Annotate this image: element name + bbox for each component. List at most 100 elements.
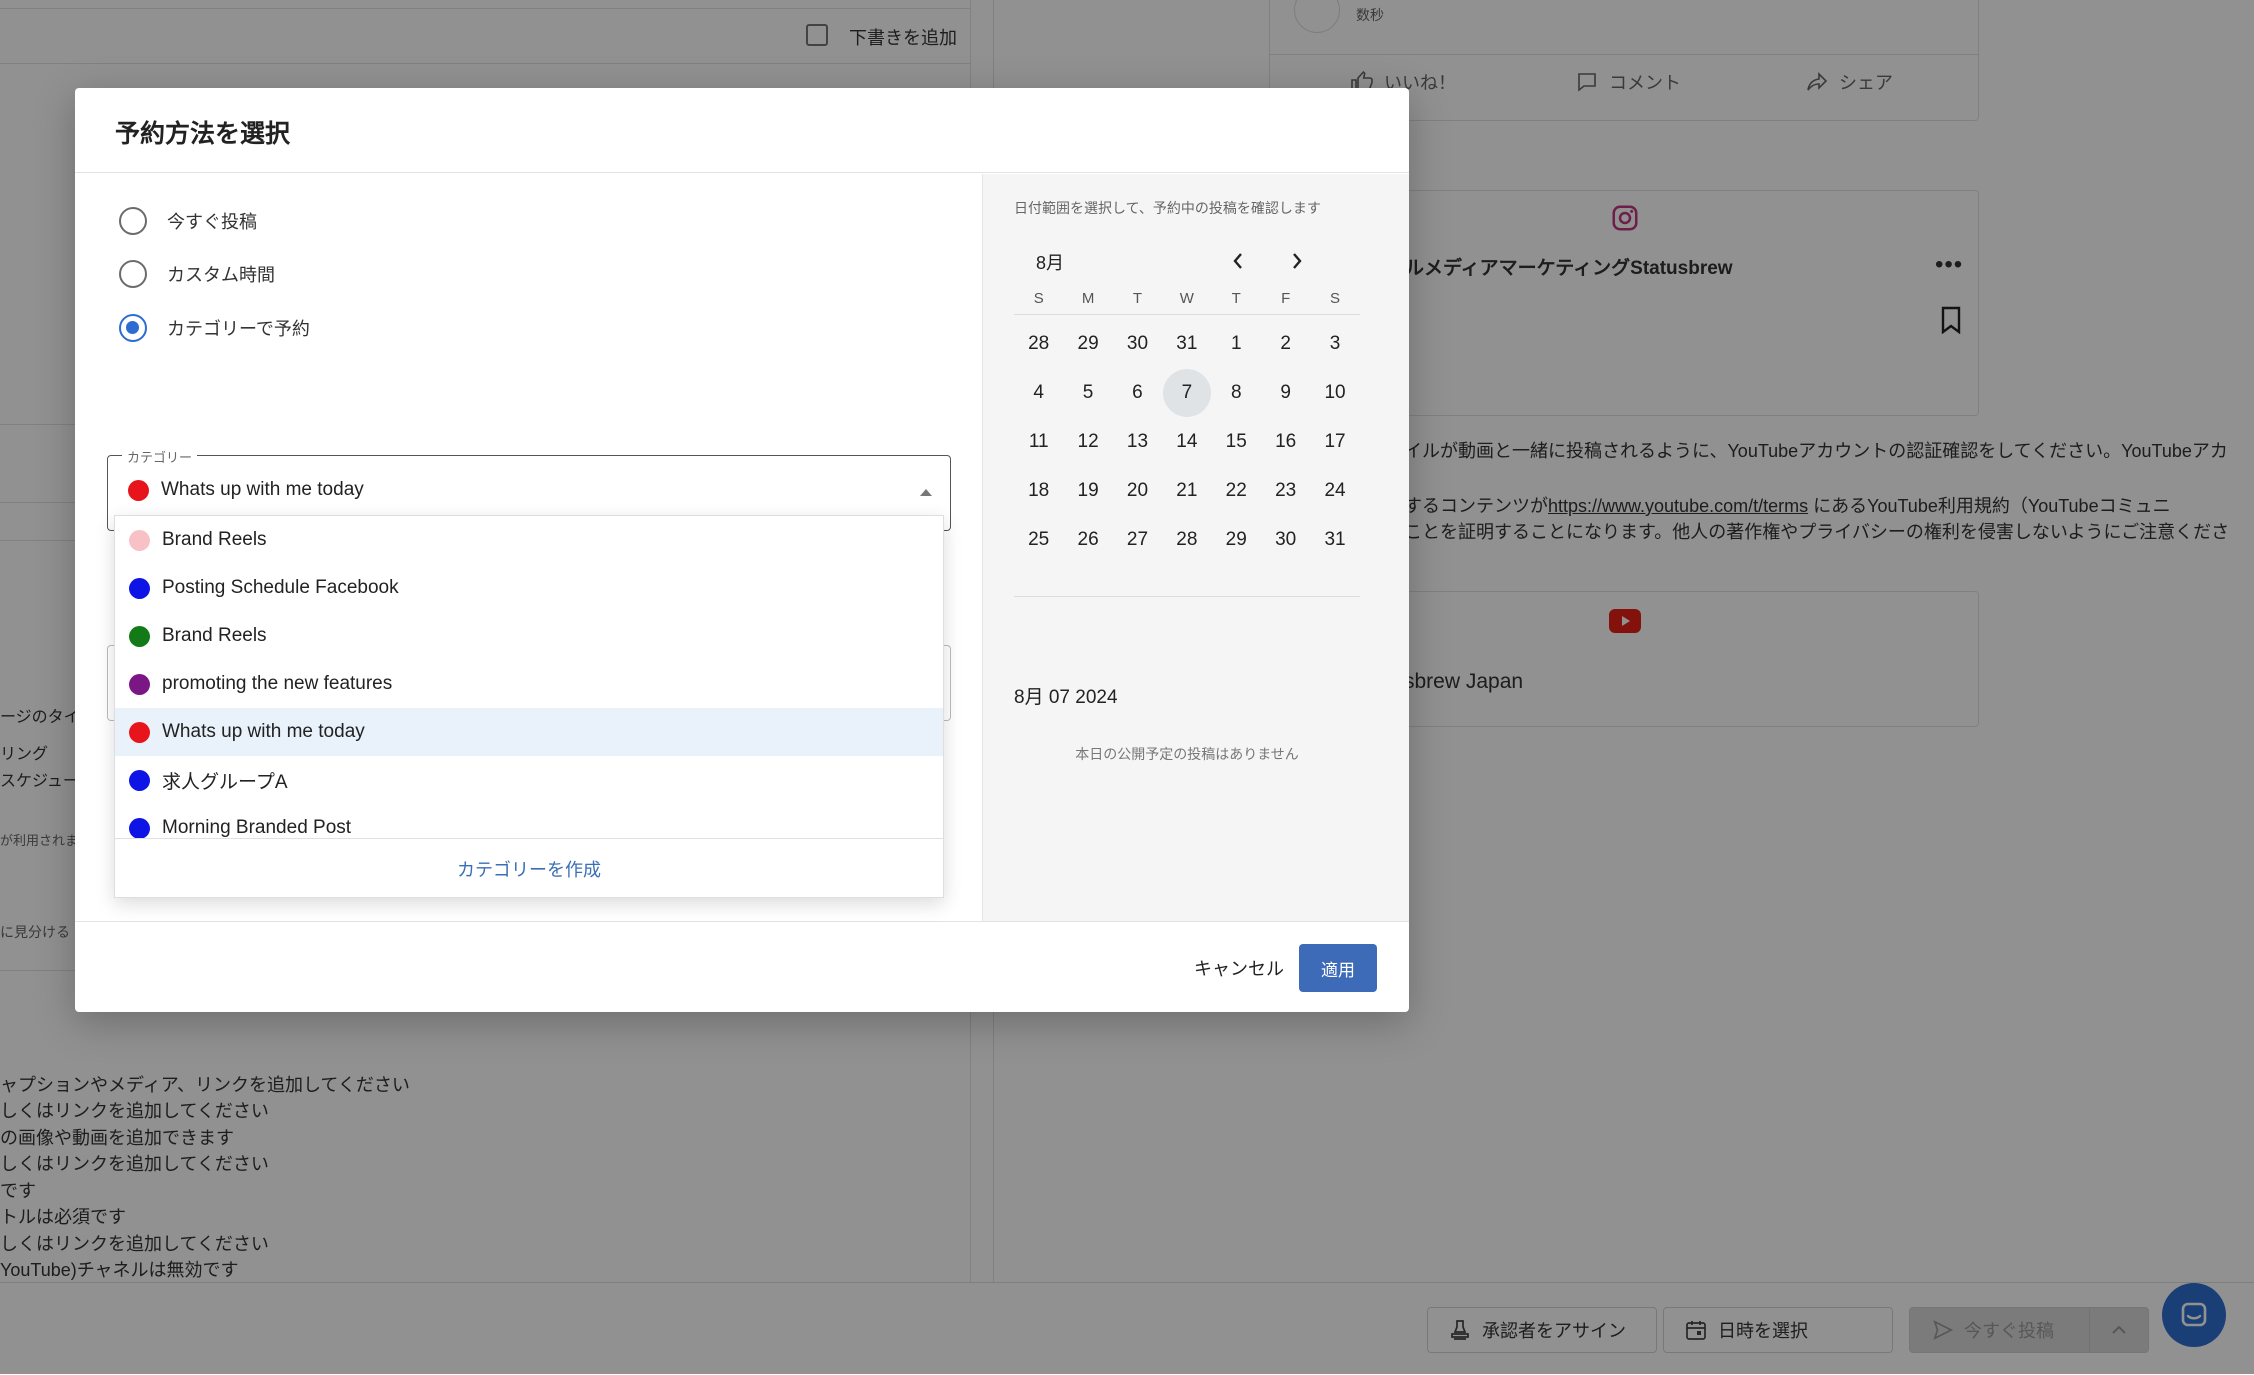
schedule-options-panel: 今すぐ投稿 カスタム時間 カテゴリーで予約 カテゴリー Whats up wit… (75, 174, 982, 921)
weekday-label: M (1081, 290, 1095, 307)
day-number: 3 (1329, 332, 1341, 354)
calendar-day[interactable]: 23 (1261, 466, 1310, 515)
calendar-day[interactable]: 27 (1113, 515, 1162, 564)
calendar-day[interactable]: 10 (1310, 368, 1359, 417)
calendar-day[interactable]: 31 (1310, 515, 1359, 564)
option-custom-time[interactable]: カスタム時間 (119, 260, 275, 288)
day-number: 30 (1275, 528, 1297, 550)
category-option-label: Morning Branded Post (162, 817, 352, 838)
calendar-day[interactable]: 30 (1113, 319, 1162, 368)
divider (1014, 596, 1360, 597)
day-number: 18 (1028, 479, 1050, 501)
calendar-day[interactable]: 31 (1162, 319, 1211, 368)
caret-up-icon (920, 489, 932, 496)
calendar-day[interactable]: 19 (1063, 466, 1112, 515)
calendar-day[interactable]: 24 (1310, 466, 1359, 515)
category-option[interactable]: Morning Branded Post (115, 804, 943, 838)
calendar-day[interactable]: 11 (1014, 417, 1063, 466)
calendar-week: 25 26 27 28 29 30 31 (1014, 515, 1360, 564)
category-option-label: Whats up with me today (162, 721, 365, 742)
weekday-label: T (1231, 290, 1241, 307)
chevron-left-icon (1233, 253, 1242, 269)
calendar-day[interactable]: 21 (1162, 466, 1211, 515)
weekday-label: F (1281, 290, 1291, 307)
cancel-button[interactable]: キャンセル (1184, 944, 1294, 992)
calendar-grid: S M T W T F S 28 29 30 31 1 2 3 4 5 6 7 8 9 10 11 12 13 14 15 16 17… (1014, 284, 1360, 564)
weekday-label: T (1132, 290, 1143, 307)
weekday-header: SMTWTFS (1014, 284, 1360, 315)
calendar-day[interactable]: 28 (1014, 319, 1063, 368)
next-month-button[interactable] (1282, 246, 1312, 276)
calendar-week: 18 19 20 21 22 23 24 (1014, 466, 1360, 515)
day-number: 17 (1324, 430, 1346, 452)
day-number: 15 (1225, 430, 1247, 452)
day-number: 10 (1324, 381, 1346, 403)
dialog-footer: キャンセル 適用 (75, 921, 1409, 1012)
day-number: 31 (1324, 528, 1346, 550)
calendar-day[interactable]: 28 (1162, 515, 1211, 564)
prev-month-button[interactable] (1223, 246, 1253, 276)
day-number: 28 (1028, 332, 1050, 354)
category-option[interactable]: Whats up with me today (115, 708, 943, 756)
calendar-day[interactable]: 14 (1162, 417, 1211, 466)
calendar-day[interactable]: 20 (1113, 466, 1162, 515)
chevron-right-icon (1293, 253, 1302, 269)
day-number: 28 (1176, 528, 1198, 550)
day-number: 6 (1132, 381, 1143, 403)
calendar-day[interactable]: 16 (1261, 417, 1310, 466)
day-number: 25 (1028, 528, 1050, 550)
option-post-now[interactable]: 今すぐ投稿 (119, 207, 257, 235)
category-option-label: 求人グループA (162, 771, 288, 793)
calendar-day[interactable]: 17 (1310, 417, 1359, 466)
calendar-day[interactable]: 6 (1113, 368, 1162, 417)
calendar-day[interactable]: 13 (1113, 417, 1162, 466)
calendar-day[interactable]: 15 (1212, 417, 1261, 466)
apply-button[interactable]: 適用 (1299, 944, 1377, 992)
calendar-day[interactable]: 29 (1063, 319, 1112, 368)
calendar-day[interactable]: 4 (1014, 368, 1063, 417)
day-number: 29 (1077, 332, 1099, 354)
category-option[interactable]: Posting Schedule Facebook (115, 564, 943, 612)
calendar-day[interactable]: 8 (1212, 368, 1261, 417)
calendar-day[interactable]: 26 (1063, 515, 1112, 564)
category-option[interactable]: Brand Reels (115, 516, 943, 564)
category-option-label: promoting the new features (162, 673, 393, 694)
calendar-day[interactable]: 5 (1063, 368, 1112, 417)
day-number: 16 (1275, 430, 1297, 452)
calendar-day[interactable]: 30 (1261, 515, 1310, 564)
category-option-label: Brand Reels (162, 625, 267, 646)
calendar-day[interactable]: 9 (1261, 368, 1310, 417)
day-number: 12 (1077, 430, 1099, 452)
dialog-header: 予約方法を選択 (75, 88, 1409, 173)
category-option-list[interactable]: Brand Reels Posting Schedule Facebook Bran… (115, 516, 943, 838)
calendar-day[interactable]: 1 (1212, 319, 1261, 368)
day-number: 19 (1077, 479, 1099, 501)
calendar-day[interactable]: 25 (1014, 515, 1063, 564)
calendar-day[interactable]: 22 (1212, 466, 1261, 515)
category-selected-value: Whats up with me today (128, 479, 364, 501)
category-option-label: Brand Reels (162, 529, 267, 550)
radio-category-schedule[interactable] (119, 314, 147, 342)
schedule-method-dialog: 予約方法を選択 今すぐ投稿 カスタム時間 カテゴリーで予約 カテゴリー What… (75, 88, 1409, 1012)
day-number: 7 (1162, 368, 1211, 417)
radio-post-now[interactable] (119, 207, 147, 235)
calendar-day-today[interactable]: 7 (1162, 368, 1211, 417)
category-option[interactable]: promoting the new features (115, 660, 943, 708)
option-category-schedule[interactable]: カテゴリーで予約 (119, 314, 310, 342)
calendar-day[interactable]: 2 (1261, 319, 1310, 368)
calendar-day[interactable]: 12 (1063, 417, 1112, 466)
no-posts-message: 本日の公開予定の投稿はありません (1075, 746, 1299, 762)
calendar-day[interactable]: 29 (1212, 515, 1261, 564)
calendar-day[interactable]: 3 (1310, 319, 1359, 368)
create-category-button[interactable]: カテゴリーを作成 (115, 838, 943, 897)
weekday-label: W (1179, 290, 1194, 307)
category-option[interactable]: 求人グループA (115, 756, 943, 804)
category-option[interactable]: Brand Reels (115, 612, 943, 660)
day-number: 4 (1033, 381, 1044, 403)
weekday-label: S (1033, 290, 1044, 307)
category-color-dot (129, 721, 150, 743)
calendar-day[interactable]: 18 (1014, 466, 1063, 515)
radio-custom-time[interactable] (119, 260, 147, 288)
calendar-week: 11 12 13 14 15 16 17 (1014, 417, 1360, 466)
day-number: 31 (1176, 332, 1198, 354)
